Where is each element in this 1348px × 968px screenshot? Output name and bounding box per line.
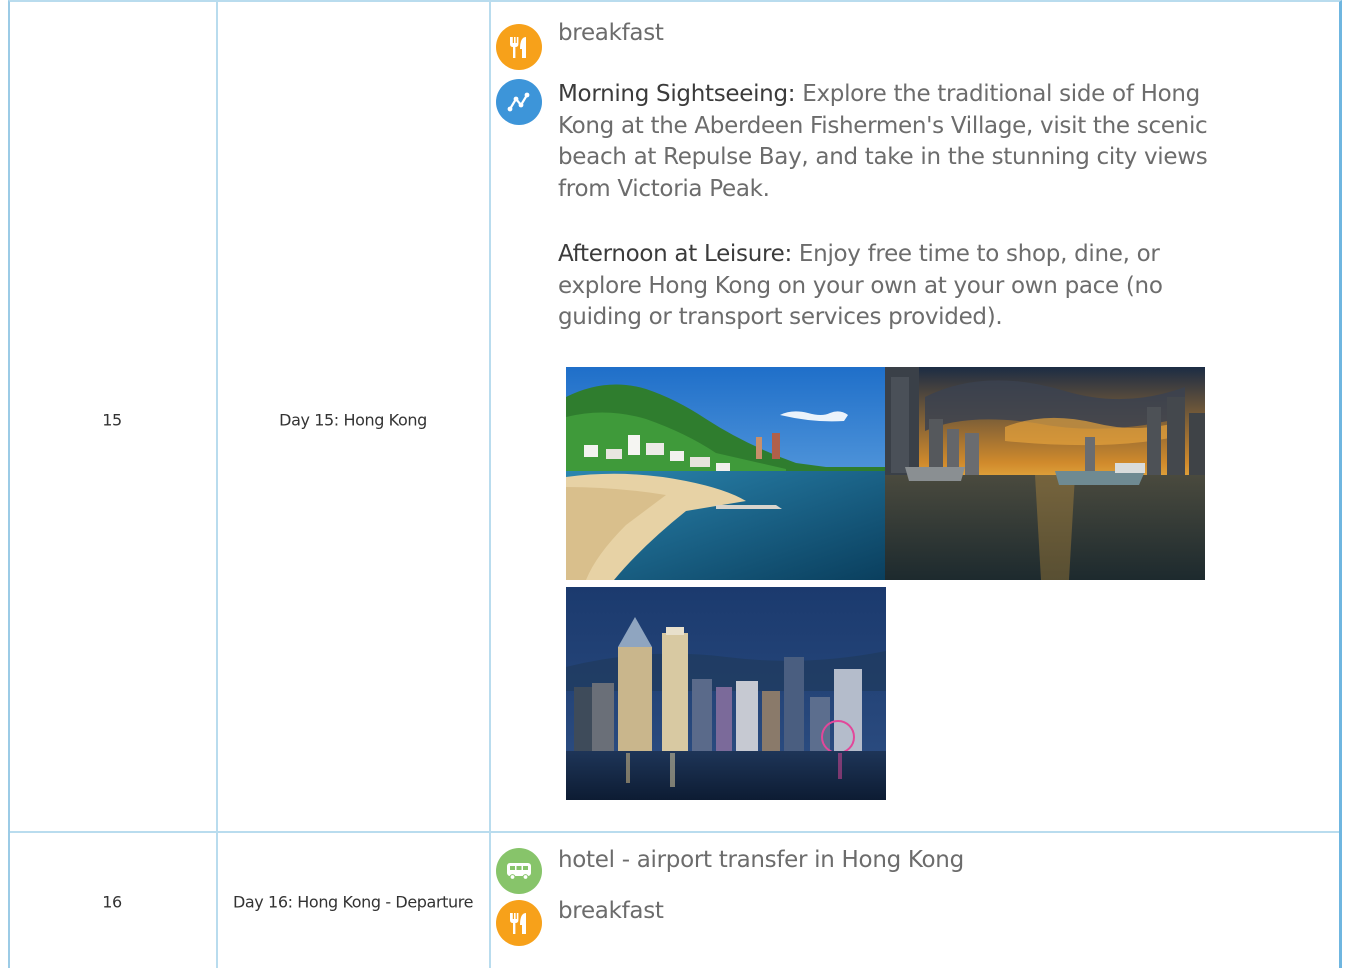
meal-item: breakfast bbox=[496, 898, 1256, 946]
row-divider bbox=[10, 831, 1339, 833]
activity-heading: Morning Sightseeing: bbox=[558, 81, 796, 107]
meal-label: breakfast bbox=[558, 898, 664, 924]
bus-icon bbox=[496, 848, 542, 894]
transfer-label: hotel - airport transfer in Hong Kong bbox=[558, 847, 964, 873]
day-number: 15 bbox=[102, 410, 122, 430]
column-divider bbox=[489, 2, 491, 968]
fork-knife-icon bbox=[496, 900, 542, 946]
fork-knife-icon bbox=[496, 24, 542, 70]
morning-activity: Morning Sightseeing: Explore the traditi… bbox=[558, 79, 1248, 205]
afternoon-activity: Afternoon at Leisure: Enjoy free time to… bbox=[558, 239, 1248, 334]
transfer-item: hotel - airport transfer in Hong Kong bbox=[496, 847, 1256, 894]
sightseeing-item: Morning Sightseeing: Explore the traditi… bbox=[496, 78, 1256, 338]
activity-heading: Afternoon at Leisure: bbox=[558, 241, 792, 267]
route-icon bbox=[496, 79, 542, 125]
day-title: Day 16: Hong Kong - Departure bbox=[232, 892, 474, 912]
day-number: 16 bbox=[102, 892, 122, 912]
photo-aberdeen-harbour[interactable] bbox=[885, 367, 1205, 580]
column-divider bbox=[216, 2, 218, 968]
activity-description: Morning Sightseeing: Explore the traditi… bbox=[558, 79, 1248, 334]
photo-victoria-harbour[interactable] bbox=[566, 587, 886, 800]
meal-label: breakfast bbox=[558, 20, 664, 46]
photo-repulse-bay[interactable] bbox=[566, 367, 885, 580]
meal-item: breakfast bbox=[496, 20, 1256, 70]
day-title: Day 15: Hong Kong bbox=[279, 410, 427, 430]
